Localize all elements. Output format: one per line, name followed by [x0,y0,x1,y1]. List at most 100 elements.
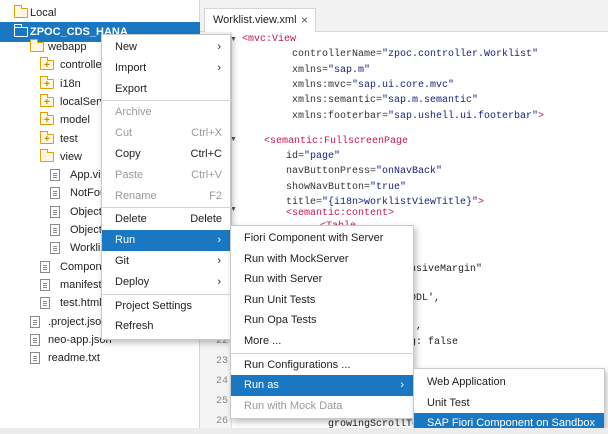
folder-plus-icon [40,56,54,76]
menu-item-label: Run with Server [244,273,323,286]
xml-value: "true" [370,181,407,193]
menu-item-label: Run Opa Tests [244,314,317,327]
tree-item-local[interactable]: Local [0,3,200,23]
menu-item-run[interactable]: Run › [102,230,230,252]
menu-item-run-with-mock-data: Run with Mock Data [231,396,413,417]
chevron-right-icon: › [217,61,221,74]
run-as-submenu: Web Application Unit Test SAP Fiori Compon… [413,368,605,434]
status-strip [0,428,608,434]
line-number: 23 [215,356,228,367]
xml-value: "sap.m.semantic" [382,95,479,107]
file-icon [50,169,60,182]
file-icon [30,352,40,365]
menu-item-cut: Cut Ctrl+X [102,123,230,144]
menu-item-label: Fiori Component with Server [244,232,384,244]
menu-item-run-unit-tests[interactable]: Run Unit Tests [231,290,413,311]
tree-item-label: Object. [70,205,105,218]
file-icon [50,224,60,236]
tree-item-label: view [60,150,83,163]
menu-item-label: Run Configurations ... [244,358,351,371]
chevron-right-icon: › [217,234,221,247]
shortcut-hint: Delete [190,213,222,226]
shortcut-hint: Ctrl+C [190,148,222,160]
menu-item-label: Rename [115,189,157,202]
menu-item-new[interactable]: New › [102,37,230,58]
tree-item-label: .project.json [48,315,108,328]
menu-item-project-settings[interactable]: Project Settings [102,296,230,317]
menu-item-label: Copy [115,148,141,160]
menu-item-delete[interactable]: Delete Delete [102,209,230,230]
xml-value: "sap.ui.core.mvc" [352,79,455,91]
folder-plus-icon [40,130,54,150]
xml-attribute: xmlns= [292,64,329,76]
menu-item-label: Run with MockServer [244,252,349,265]
menu-item-rename: Rename F2 [102,186,230,207]
fold-arrow-icon[interactable]: ▼ [230,36,237,43]
folder-icon [30,39,44,52]
menu-item-label: Project Settings [115,299,193,312]
menu-item-label: Run [115,234,136,247]
chevron-right-icon: › [400,379,404,392]
code-line: xmlns:semantic="sap.m.semantic" [292,94,478,107]
menu-item-refresh[interactable]: Refresh [102,316,230,337]
code-line: controllerName="zpoc.controller.Worklist… [292,48,538,61]
menu-item-copy[interactable]: Copy Ctrl+C [102,144,230,165]
xml-attribute: xmlns:semantic= [292,95,383,107]
menu-separator [231,352,415,354]
menu-item-label: Archive [115,106,152,119]
xml-tag: <mvc:View [242,34,297,45]
file-icon [40,278,50,291]
file-icon [50,187,60,200]
menu-item-web-application[interactable]: Web Application [414,372,604,393]
context-menu: New › Import › Export Archive Cut Ctrl+X Copy Ctr… [101,34,232,341]
xml-value: "zpoc.controller.Worklist" [382,49,539,61]
menu-item-unit-test[interactable]: Unit Test [414,393,604,414]
line-number: 26 [215,416,228,427]
code-line: showNavButton="true" [286,181,406,194]
file-icon [30,333,40,346]
menu-item-run-with-mockserver[interactable]: Run with MockServer [231,249,413,270]
menu-item-run-configurations[interactable]: Run Configurations ... [231,355,413,376]
line-number: 25 [215,396,228,407]
menu-item-run-opa-tests[interactable]: Run Opa Tests [231,310,413,331]
menu-item-export[interactable]: Export [102,79,230,100]
xml-attribute: xmlns:mvc= [292,79,353,91]
xml-attribute: id= [286,151,305,163]
menu-item-more[interactable]: More ... [231,331,413,352]
close-icon[interactable]: × [301,9,308,31]
menu-item-fiori-component-with-server[interactable]: Fiori Component with Server [231,228,413,249]
xml-tag-end: > [478,197,485,208]
fold-arrow-icon[interactable]: ▼ [230,136,237,143]
menu-separator [102,293,232,295]
editor-tab-bar: Worklist.view.xml × [200,0,608,32]
file-icon [30,315,40,328]
code-line: id="page" [286,150,340,163]
menu-item-deploy[interactable]: Deploy › [102,272,230,293]
menu-separator [102,207,232,209]
folder-plus-icon [40,93,54,113]
xml-tag: <semantic:FullscreenPage [264,135,409,147]
menu-item-label: Unit Test [427,396,470,409]
menu-item-import[interactable]: Import › [102,58,230,79]
code-line: xmlns:mvc="sap.ui.core.mvc" [292,79,454,92]
menu-item-git[interactable]: Git › [102,251,230,272]
menu-item-label: Refresh [115,320,154,333]
menu-item-label: Delete [115,213,147,226]
tab-worklist-view[interactable]: Worklist.view.xml × [204,8,316,32]
chevron-right-icon: › [217,275,221,288]
code-line: xmlns:footerbar="sap.ushell.ui.footerbar… [292,110,544,123]
tree-item-readme-txt[interactable]: readme.txt [0,348,200,368]
shortcut-hint: Ctrl+V [191,168,222,181]
menu-item-run-with-server[interactable]: Run with Server [231,269,413,290]
tree-item-label: test.html [60,297,102,310]
chevron-right-icon: › [217,255,221,267]
tree-item-label: localServ [60,95,106,108]
xml-value: "page" [304,151,341,163]
menu-item-archive: Archive [102,102,230,123]
menu-item-run-as[interactable]: Run as › [231,375,413,397]
tree-item-label: i18n [60,77,81,90]
code-line: xmlns="sap.m" [292,64,370,77]
menu-item-label: Git [115,255,130,267]
folder-icon [40,148,54,162]
file-icon [40,297,50,310]
